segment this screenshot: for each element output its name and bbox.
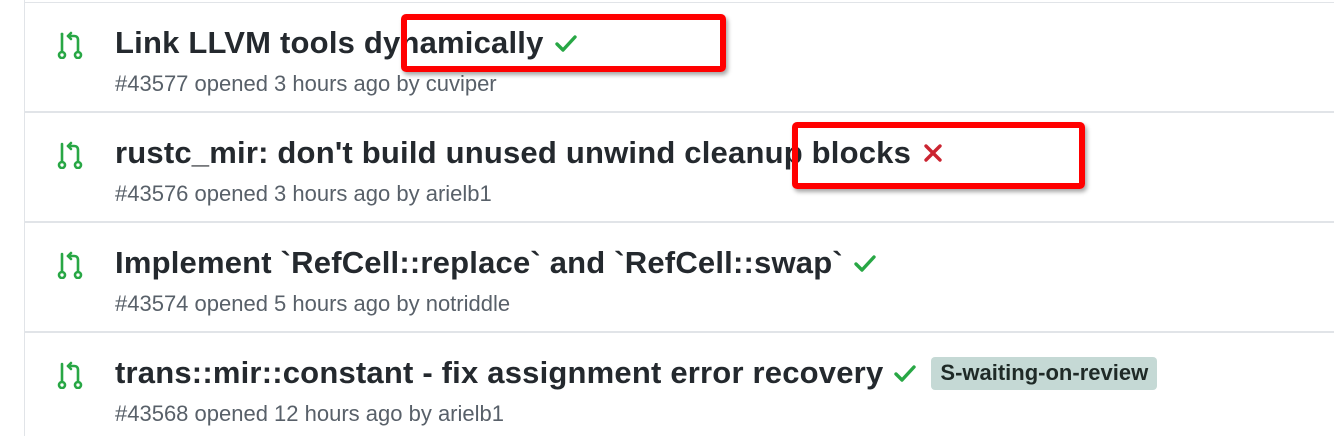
pull-request-meta: #43576 opened 3 hours ago by arielb1 bbox=[115, 181, 492, 206]
pull-request-row[interactable]: Link LLVM tools dynamically #43577 opene… bbox=[25, 3, 1334, 113]
pull-request-open-icon bbox=[57, 361, 83, 389]
pull-request-title-link[interactable]: Implement `RefCell::replace` and `RefCel… bbox=[115, 245, 843, 281]
check-icon[interactable] bbox=[554, 31, 578, 55]
pull-request-meta: #43574 opened 5 hours ago by notriddle bbox=[115, 291, 511, 316]
check-icon[interactable] bbox=[853, 251, 877, 275]
pull-request-open-icon bbox=[57, 141, 83, 169]
pull-request-row[interactable]: Implement `RefCell::replace` and `RefCel… bbox=[25, 223, 1334, 333]
pull-request-list: Link LLVM tools dynamically #43577 opene… bbox=[24, 0, 1334, 436]
pull-request-title-line: Link LLVM tools dynamically bbox=[115, 21, 578, 65]
pull-request-row[interactable]: trans::mir::constant - fix assignment er… bbox=[25, 333, 1334, 436]
pull-request-open-icon bbox=[57, 31, 83, 59]
pull-request-title-link[interactable]: trans::mir::constant - fix assignment er… bbox=[115, 355, 883, 391]
pull-request-list-screenshot: Link LLVM tools dynamically #43577 opene… bbox=[0, 0, 1334, 436]
pull-request-meta: #43577 opened 3 hours ago by cuviper bbox=[115, 71, 497, 96]
pull-request-title-line: rustc_mir: don't build unused unwind cle… bbox=[115, 131, 945, 175]
pull-request-title-link[interactable]: rustc_mir: don't build unused unwind cle… bbox=[115, 135, 911, 171]
check-icon[interactable] bbox=[893, 361, 917, 385]
pull-request-title-link[interactable]: Link LLVM tools dynamically bbox=[115, 25, 544, 61]
label-s-waiting-on-review[interactable]: S-waiting-on-review bbox=[931, 356, 1158, 390]
x-icon[interactable] bbox=[921, 141, 945, 165]
pull-request-open-icon bbox=[57, 251, 83, 279]
pull-request-meta: #43568 opened 12 hours ago by arielb1 bbox=[115, 401, 504, 426]
pull-request-row[interactable]: rustc_mir: don't build unused unwind cle… bbox=[25, 113, 1334, 223]
pull-request-title-line: Implement `RefCell::replace` and `RefCel… bbox=[115, 241, 877, 285]
pull-request-title-line: trans::mir::constant - fix assignment er… bbox=[115, 351, 1158, 395]
